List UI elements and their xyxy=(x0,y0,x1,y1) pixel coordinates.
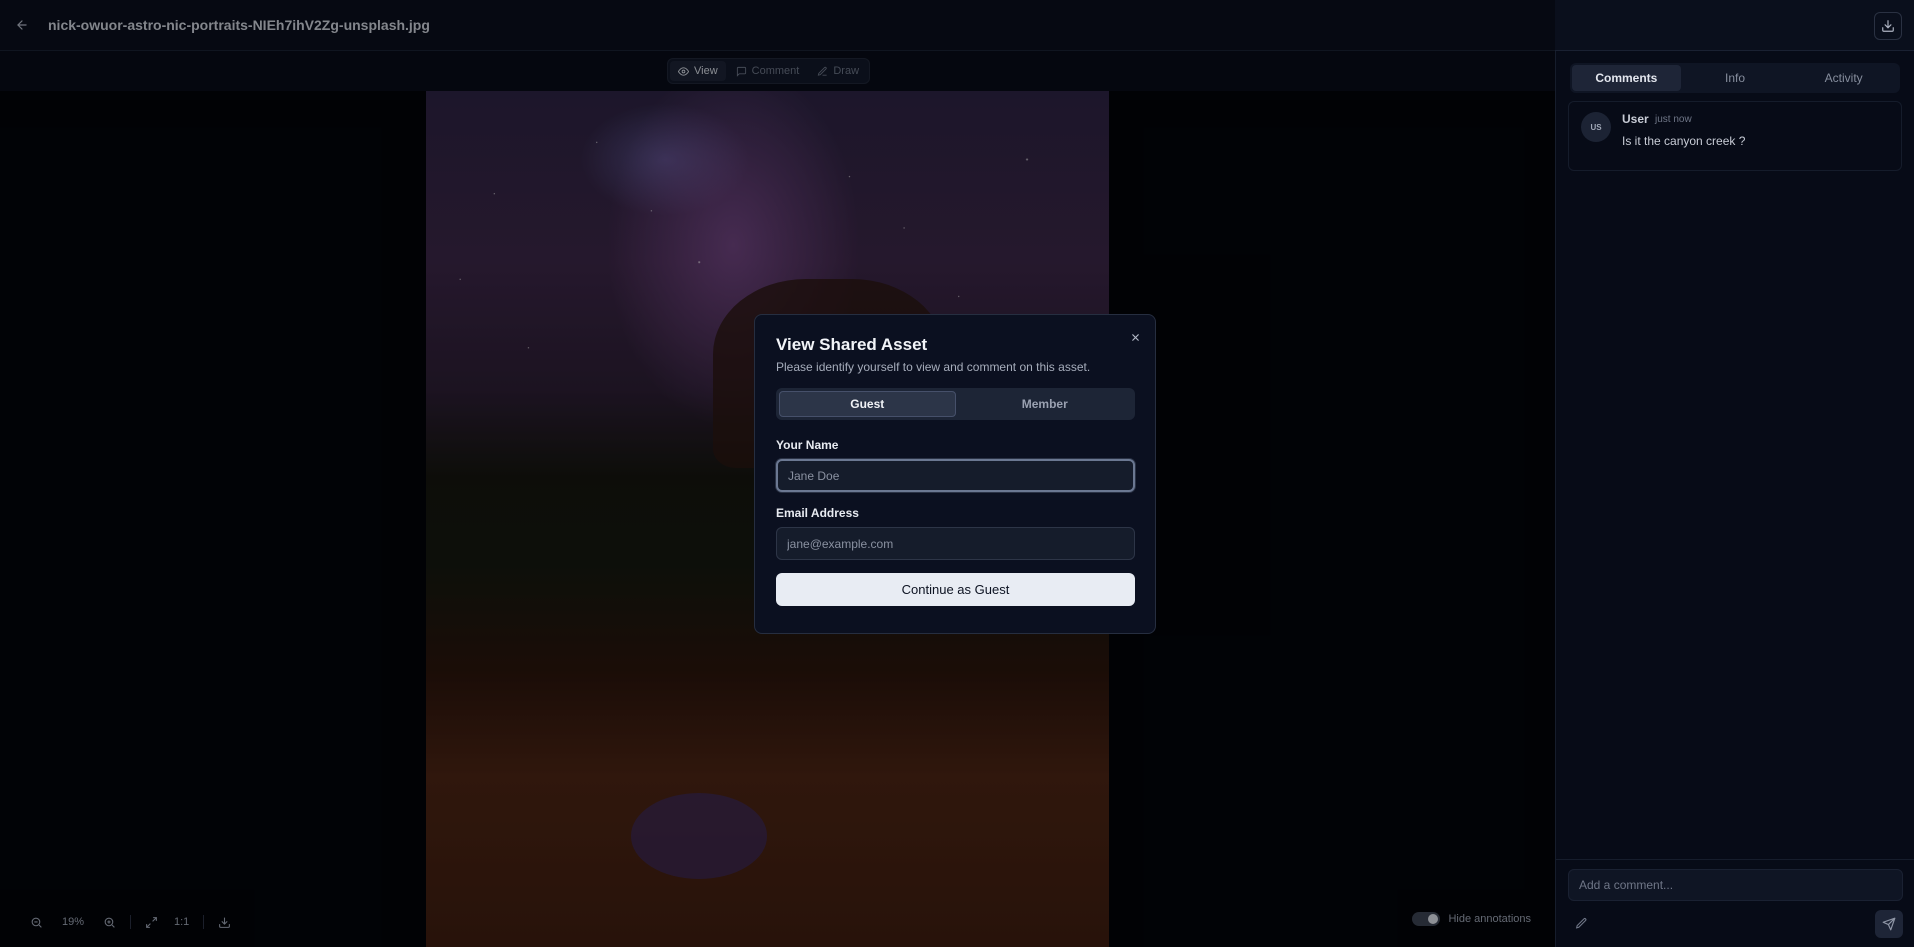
dialog-title: View Shared Asset xyxy=(776,335,928,354)
side-tabs: Comments Info Activity xyxy=(1570,63,1900,93)
side-panel: Comments Info Activity US User just now … xyxy=(1555,51,1914,947)
comment-author: User xyxy=(1622,112,1649,126)
avatar: US xyxy=(1581,112,1611,142)
send-comment-button[interactable] xyxy=(1875,910,1903,938)
name-field-label: Your Name xyxy=(776,438,839,452)
name-field[interactable] xyxy=(776,459,1135,492)
send-icon xyxy=(1882,917,1896,931)
download-icon xyxy=(1881,19,1895,33)
tab-activity[interactable]: Activity xyxy=(1789,65,1898,91)
identity-type-switch: Guest Member xyxy=(776,388,1135,420)
header-download-button[interactable] xyxy=(1874,12,1902,40)
tab-guest[interactable]: Guest xyxy=(779,391,956,417)
dialog-subtitle: Please identify yourself to view and com… xyxy=(776,360,1091,374)
tab-member[interactable]: Member xyxy=(958,391,1133,417)
shared-asset-dialog: View Shared Asset Please identify yourse… xyxy=(754,314,1156,634)
app-root: nick-owuor-astro-nic-portraits-NIEh7ihV2… xyxy=(0,0,1914,947)
draw-annotation-button[interactable] xyxy=(1572,914,1590,932)
continue-as-guest-button[interactable]: Continue as Guest xyxy=(776,573,1135,606)
close-icon xyxy=(1130,332,1141,343)
comment-card[interactable]: US User just now Is it the canyon creek … xyxy=(1568,101,1902,171)
email-field-label: Email Address xyxy=(776,506,859,520)
comment-composer xyxy=(1556,859,1914,947)
tab-comments[interactable]: Comments xyxy=(1572,65,1681,91)
tab-info[interactable]: Info xyxy=(1681,65,1790,91)
email-field[interactable] xyxy=(776,527,1135,560)
comment-time: just now xyxy=(1655,114,1692,125)
comment-input[interactable] xyxy=(1568,869,1903,901)
pencil-icon xyxy=(1575,917,1588,930)
comment-text: Is it the canyon creek ? xyxy=(1622,134,1746,148)
close-dialog-button[interactable] xyxy=(1127,329,1143,345)
